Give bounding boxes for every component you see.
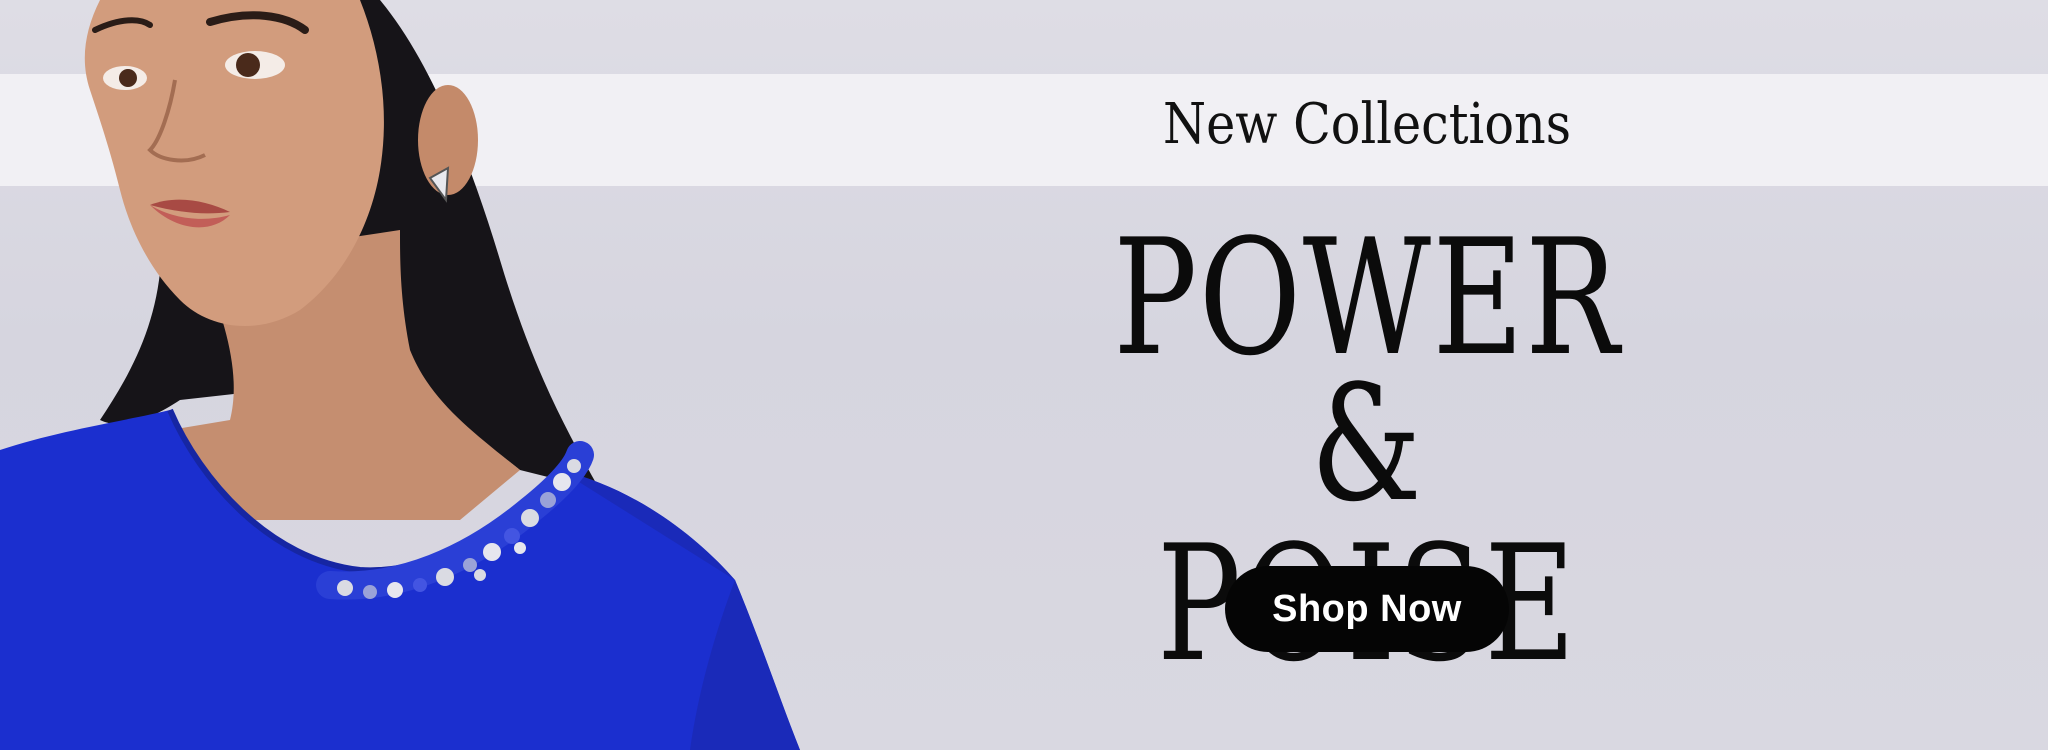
hero-banner[interactable]: New Collections POWER & POISE Shop Now (0, 0, 2048, 750)
shop-now-button[interactable]: Shop Now (1225, 566, 1509, 652)
collection-tagline: New Collections (1162, 92, 1572, 157)
model-photo (0, 0, 800, 750)
